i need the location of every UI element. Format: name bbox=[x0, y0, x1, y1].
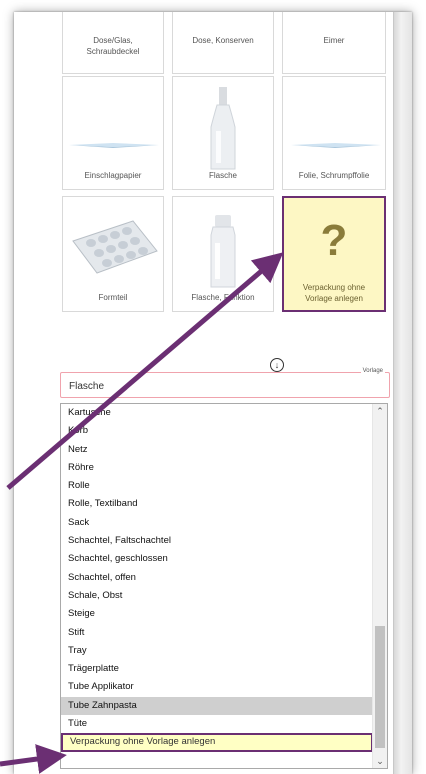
tile-folie[interactable]: Folie, Schrumpffolie bbox=[282, 76, 386, 190]
tile-label: Einschlagpapier bbox=[84, 171, 142, 180]
vorlage-legend: Vorlage bbox=[360, 368, 385, 374]
list-item[interactable]: Schachtel, geschlossen bbox=[61, 550, 373, 568]
list-item[interactable]: Steige bbox=[61, 605, 373, 623]
tile-label: Dose/Glas, Schraubdeckel bbox=[86, 36, 140, 56]
tile-label: Folie, Schrumpffolie bbox=[298, 171, 370, 180]
tray-image bbox=[72, 220, 158, 274]
tile-dose-glas[interactable]: Dose/Glas, Schraubdeckel bbox=[62, 12, 164, 74]
tile-flasche-funktion[interactable]: Flasche, Funktion bbox=[172, 196, 274, 312]
list-item[interactable]: Rolle bbox=[61, 477, 373, 495]
list-item[interactable]: Sack bbox=[61, 514, 373, 532]
question-mark-icon: ? bbox=[320, 216, 348, 265]
bottle-image bbox=[210, 87, 236, 170]
scrollbar-thumb[interactable] bbox=[375, 626, 385, 748]
list-item[interactable]: Schale, Obst bbox=[61, 587, 373, 605]
list-item[interactable]: Verpackung ohne Vorlage anlegen bbox=[61, 733, 373, 752]
vorlage-select[interactable]: Vorlage Flasche bbox=[60, 368, 390, 398]
list-item[interactable]: Korb bbox=[61, 422, 373, 440]
tile-ohne-vorlage[interactable]: ? Verpackung ohne Vorlage anlegen bbox=[282, 196, 386, 312]
list-item[interactable]: Tüte bbox=[61, 715, 373, 733]
paper-image bbox=[69, 143, 159, 148]
tile-label: Verpackung ohne Vorlage anlegen bbox=[302, 283, 366, 303]
tile-label: Dose, Konserven bbox=[192, 36, 254, 45]
vorlage-dropdown-list[interactable]: Kartusche Korb Netz Röhre Rolle Rolle, Textil… bbox=[60, 403, 388, 769]
list-item[interactable]: Schachtel, Faltschachtel bbox=[61, 532, 373, 550]
tile-label: Flasche bbox=[208, 171, 237, 180]
scrollbar[interactable]: ⌃ ⌄ bbox=[372, 404, 387, 768]
function-bottle-image bbox=[210, 215, 236, 288]
tile-dose-konserven[interactable]: Dose, Konserven bbox=[172, 12, 274, 74]
list-item[interactable]: Rolle, Textilband bbox=[61, 495, 373, 513]
vorlage-value: Flasche bbox=[69, 381, 105, 392]
list-item[interactable]: Kartusche bbox=[61, 404, 373, 422]
packaging-dialog: Dose/Glas, Schraubdeckel Dose, Konserven… bbox=[14, 12, 412, 774]
tile-flasche[interactable]: Flasche bbox=[172, 76, 274, 190]
tile-eimer[interactable]: Eimer bbox=[282, 12, 386, 74]
list-item[interactable]: Tray bbox=[61, 642, 373, 660]
tile-label: Eimer bbox=[323, 36, 345, 45]
arrow-down-circle-icon[interactable]: ↓ bbox=[270, 358, 284, 372]
list-item[interactable]: Tube Zahnpasta bbox=[61, 696, 373, 716]
tile-label: Formteil bbox=[98, 293, 128, 302]
list-item[interactable]: Schachtel, offen bbox=[61, 569, 373, 587]
list-item[interactable]: Trägerplatte bbox=[61, 660, 373, 678]
tile-formteil[interactable]: Formteil bbox=[62, 196, 164, 312]
list-item[interactable]: Röhre bbox=[61, 459, 373, 477]
list-items: Kartusche Korb Netz Röhre Rolle Rolle, Textil… bbox=[61, 404, 373, 752]
tile-einschlagpapier[interactable]: Einschlagpapier bbox=[62, 76, 164, 190]
list-item[interactable]: Stift bbox=[61, 624, 373, 642]
list-item[interactable]: Tube Applikator bbox=[61, 678, 373, 696]
scroll-down-icon[interactable]: ⌄ bbox=[373, 754, 387, 768]
scroll-up-icon[interactable]: ⌃ bbox=[373, 404, 387, 418]
foil-image bbox=[291, 143, 381, 148]
tile-label: Flasche, Funktion bbox=[191, 293, 255, 302]
list-item[interactable]: Netz bbox=[61, 441, 373, 459]
panel-edge bbox=[393, 12, 412, 774]
